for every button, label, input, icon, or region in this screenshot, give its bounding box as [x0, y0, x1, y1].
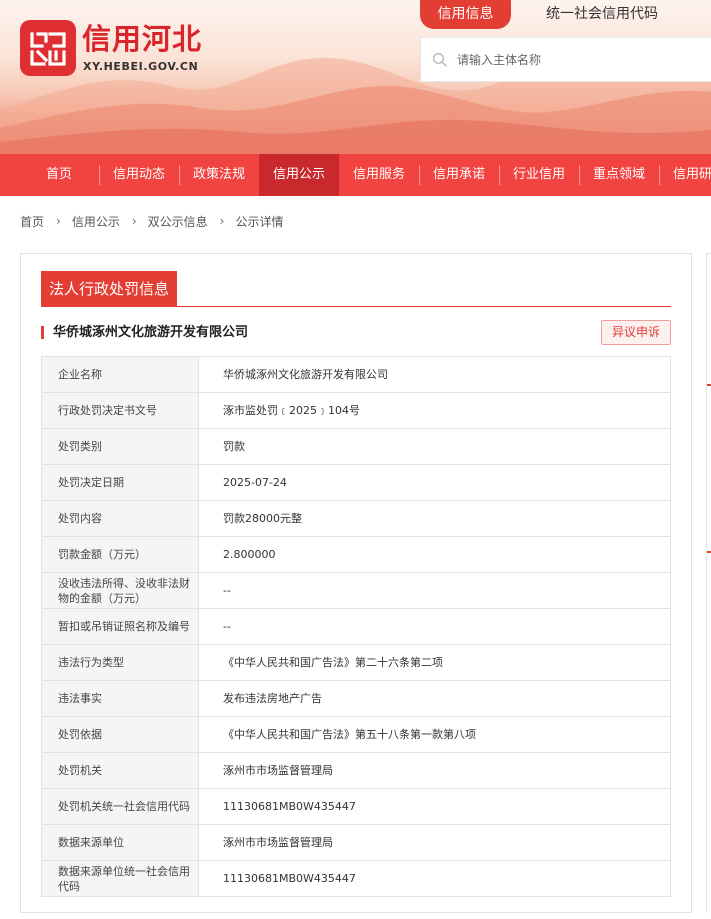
- table-row: 违法行为类型 《中华人民共和国广告法》第二十六条第二项: [41, 644, 671, 681]
- card-title-bar: 法人行政处罚信息: [41, 271, 671, 307]
- search-input[interactable]: [457, 49, 702, 71]
- row-value: --: [198, 572, 671, 609]
- site-header: 信用河北 XY.HEBEI.GOV.CN 信用信息 统一社会信用代码: [0, 0, 711, 154]
- row-label: 数据来源单位统一社会信用代码: [41, 860, 199, 897]
- nav-item-credit-news[interactable]: 信用动态: [99, 154, 179, 196]
- chevron-right-icon: ›: [131, 214, 137, 228]
- penalty-detail-card: 法人行政处罚信息 华侨城涿州文化旅游开发有限公司 异议申诉 企业名称 华侨城涿州…: [20, 253, 692, 913]
- nav-item-home[interactable]: 首页: [19, 154, 99, 196]
- search-tab-credit-info[interactable]: 信用信息: [420, 0, 511, 29]
- row-value: 11130681MB0W435447: [198, 860, 671, 897]
- table-row: 罚款金额（万元） 2.800000: [41, 536, 671, 573]
- side-panel-accent: [707, 384, 711, 386]
- table-row: 处罚决定日期 2025-07-24: [41, 464, 671, 501]
- site-logo[interactable]: [20, 20, 76, 76]
- table-row: 处罚类别 罚款: [41, 428, 671, 465]
- nav-item-industry-credit[interactable]: 行业信用: [499, 154, 579, 196]
- appeal-button[interactable]: 异议申诉: [601, 320, 671, 345]
- row-label: 违法事实: [41, 680, 199, 717]
- nav-item-credit-publicity[interactable]: 信用公示: [259, 154, 339, 196]
- site-title: 信用河北: [82, 22, 203, 56]
- row-label: 没收违法所得、没收非法财物的金额（万元）: [41, 572, 199, 609]
- penalty-info-table: 企业名称 华侨城涿州文化旅游开发有限公司 行政处罚决定书文号 涿市监处罚﹝202…: [41, 356, 671, 897]
- nav-item-credit-research[interactable]: 信用研究: [659, 154, 711, 196]
- row-label: 处罚依据: [41, 716, 199, 753]
- row-value: 《中华人民共和国广告法》第二十六条第二项: [198, 644, 671, 681]
- row-value: --: [198, 608, 671, 645]
- chevron-right-icon: ›: [56, 214, 61, 228]
- row-label: 处罚机关: [41, 752, 199, 789]
- nav-item-key-areas[interactable]: 重点领域: [579, 154, 659, 196]
- company-header: 华侨城涿州文化旅游开发有限公司 异议申诉: [41, 320, 671, 346]
- row-label: 企业名称: [41, 356, 199, 393]
- row-label: 处罚决定日期: [41, 464, 199, 501]
- side-panel-accent: [707, 551, 711, 553]
- table-row: 数据来源单位统一社会信用代码 11130681MB0W435447: [41, 860, 671, 897]
- breadcrumb-credit-publicity[interactable]: 信用公示: [72, 213, 120, 230]
- search-icon[interactable]: [432, 52, 448, 68]
- row-value: 涿州市市场监督管理局: [198, 824, 671, 861]
- nav-item-credit-commitment[interactable]: 信用承诺: [419, 154, 499, 196]
- nav-item-credit-service[interactable]: 信用服务: [339, 154, 419, 196]
- row-value: 发布违法房地产广告: [198, 680, 671, 717]
- row-label: 罚款金额（万元）: [41, 536, 199, 573]
- row-value: 11130681MB0W435447: [198, 788, 671, 825]
- row-label: 违法行为类型: [41, 644, 199, 681]
- table-row: 处罚机关 涿州市市场监督管理局: [41, 752, 671, 789]
- row-value: 《中华人民共和国广告法》第五十八条第一款第八项: [198, 716, 671, 753]
- table-row: 企业名称 华侨城涿州文化旅游开发有限公司: [41, 356, 671, 393]
- row-value: 罚款: [198, 428, 671, 465]
- card-title: 法人行政处罚信息: [41, 271, 178, 307]
- title-accent-mark: [41, 326, 44, 339]
- search-box: [420, 37, 711, 82]
- row-label: 处罚机关统一社会信用代码: [41, 788, 199, 825]
- breadcrumb-double-publicity[interactable]: 双公示信息: [148, 213, 208, 230]
- breadcrumb-home[interactable]: 首页: [20, 213, 44, 230]
- row-label: 数据来源单位: [41, 824, 199, 861]
- table-row: 违法事实 发布违法房地产广告: [41, 680, 671, 717]
- table-row: 行政处罚决定书文号 涿市监处罚﹝2025﹞104号: [41, 392, 671, 429]
- breadcrumb-current: 公示详情: [235, 214, 284, 229]
- table-row: 数据来源单位 涿州市市场监督管理局: [41, 824, 671, 861]
- table-row: 处罚内容 罚款28000元整: [41, 500, 671, 537]
- row-value: 涿州市市场监督管理局: [198, 752, 671, 789]
- logo-emblem-icon: [30, 32, 66, 66]
- table-row: 没收违法所得、没收非法财物的金额（万元） --: [41, 572, 671, 609]
- company-name: 华侨城涿州文化旅游开发有限公司: [53, 325, 249, 340]
- nav-item-policy[interactable]: 政策法规: [179, 154, 259, 196]
- site-domain: XY.HEBEI.GOV.CN: [83, 60, 199, 73]
- chevron-right-icon: ›: [219, 214, 225, 228]
- table-row: 暂扣或吊销证照名称及编号 --: [41, 608, 671, 645]
- breadcrumb: 首页 › 信用公示 › 双公示信息 › 公示详情: [20, 213, 284, 229]
- row-value: 华侨城涿州文化旅游开发有限公司: [198, 356, 671, 393]
- row-label: 行政处罚决定书文号: [41, 392, 199, 429]
- row-label: 暂扣或吊销证照名称及编号: [41, 608, 199, 645]
- row-value: 涿市监处罚﹝2025﹞104号: [198, 392, 671, 429]
- row-value: 罚款28000元整: [198, 500, 671, 537]
- row-label: 处罚类别: [41, 428, 199, 465]
- table-row: 处罚机关统一社会信用代码 11130681MB0W435447: [41, 788, 671, 825]
- row-value: 2.800000: [198, 536, 671, 573]
- main-nav: 首页 信用动态 政策法规 信用公示 信用服务 信用承诺 行业信用 重点领域 信用…: [0, 154, 711, 196]
- side-panel-edge: [706, 253, 711, 913]
- search-tab-credit-code[interactable]: 统一社会信用代码: [540, 0, 664, 29]
- row-label: 处罚内容: [41, 500, 199, 537]
- table-row: 处罚依据 《中华人民共和国广告法》第五十八条第一款第八项: [41, 716, 671, 753]
- row-value: 2025-07-24: [198, 464, 671, 501]
